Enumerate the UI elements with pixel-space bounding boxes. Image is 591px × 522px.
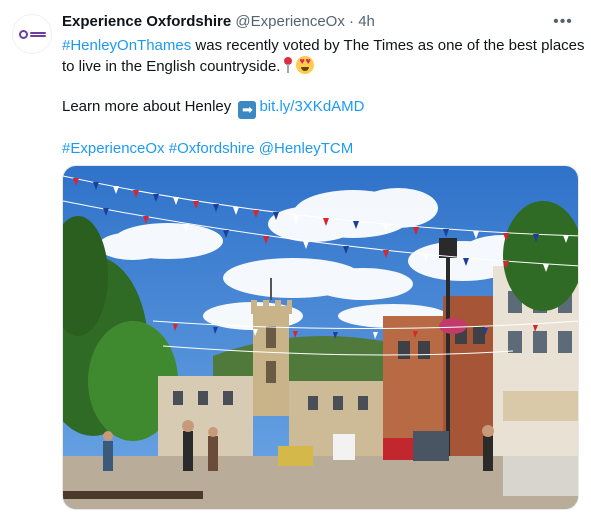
learn-more-text: Learn more about Henley: [62, 98, 232, 115]
text-line-2-content: to live in the English countryside.: [62, 58, 281, 75]
more-horizontal-icon: •••: [553, 13, 573, 30]
tweet-photo[interactable]: [62, 165, 579, 510]
hashtag-experienceox[interactable]: #ExperienceOx: [62, 140, 165, 157]
town-square-photo: [63, 166, 578, 509]
author-name[interactable]: Experience Oxfordshire: [62, 13, 231, 30]
separator: ·: [349, 13, 355, 30]
street: [63, 456, 578, 509]
experience-oxfordshire-logo-icon: [18, 29, 46, 39]
short-link[interactable]: bit.ly/3XKdAMD: [259, 98, 364, 115]
mention-henleytcm[interactable]: @HenleyTCM: [259, 140, 353, 157]
more-options-button[interactable]: •••: [549, 8, 577, 36]
round-pushpin-icon: [283, 56, 293, 74]
text-line-tags: #ExperienceOx #Oxfordshire @HenleyTCM: [62, 139, 572, 159]
tweet-text: #HenleyOnThames was recently voted by Th…: [62, 36, 585, 159]
text-line-2: to live in the English countryside.: [62, 56, 572, 77]
tweet-header: Experience Oxfordshire @ExperienceOx · 4…: [62, 12, 532, 32]
smiling-face-with-heart-eyes-icon: [296, 56, 315, 74]
text-line-1-rest: was recently voted by The Times as one o…: [191, 37, 585, 54]
avatar[interactable]: [12, 14, 52, 54]
timestamp[interactable]: 4h: [358, 13, 375, 30]
hashtag-oxfordshire[interactable]: #Oxfordshire: [169, 140, 255, 157]
author-handle[interactable]: @ExperienceOx: [235, 13, 344, 30]
right-arrow-icon: ➡: [238, 101, 257, 119]
text-line-learn-more: Learn more about Henley ➡ bit.ly/3XKdAMD: [62, 97, 572, 119]
hashtag-henleyonthames[interactable]: #HenleyOnThames: [62, 37, 191, 54]
text-line-1: #HenleyOnThames was recently voted by Th…: [62, 36, 585, 56]
